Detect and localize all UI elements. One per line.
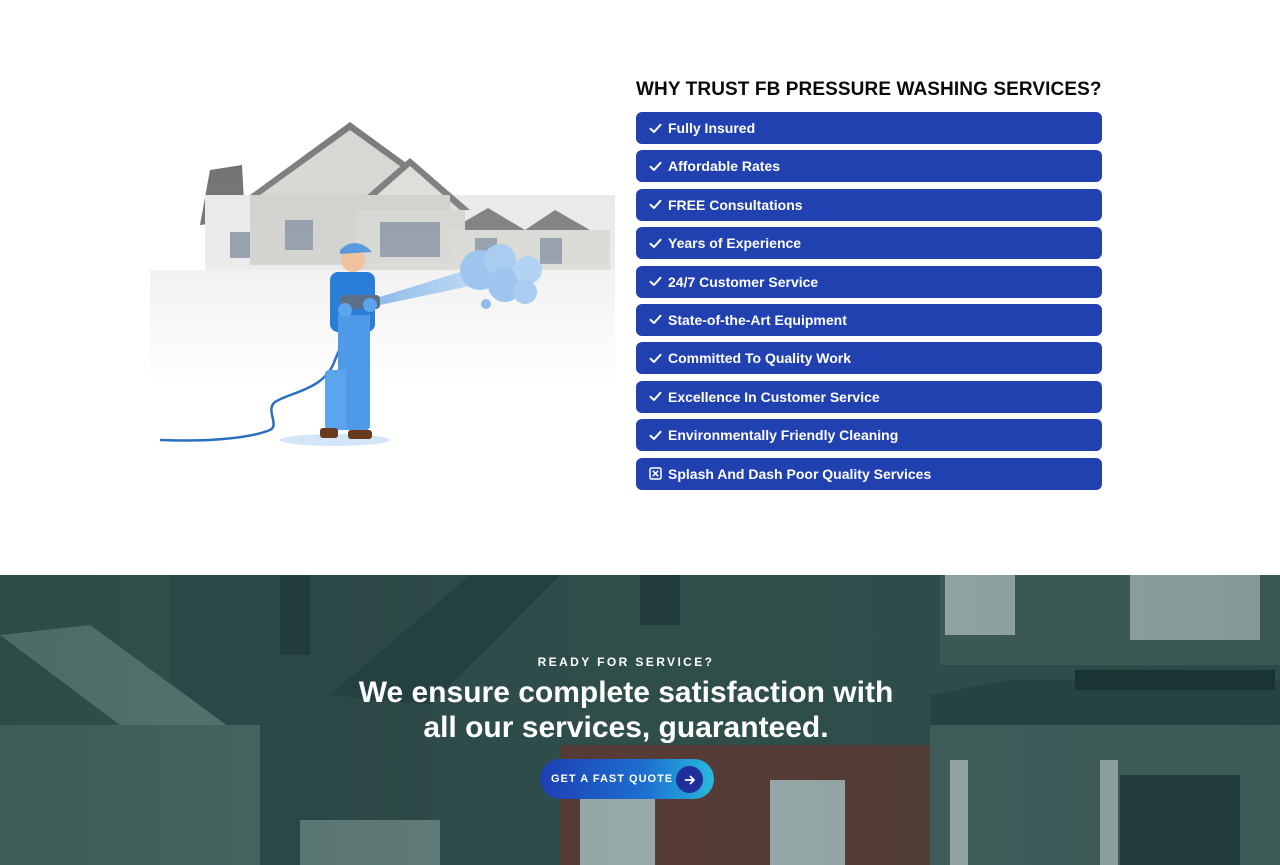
check-icon (648, 275, 662, 289)
trust-item-quality-work[interactable]: Committed To Quality Work (636, 342, 1102, 375)
trust-item-affordable-rates[interactable]: Affordable Rates (636, 150, 1102, 183)
check-icon (648, 198, 662, 212)
trust-item-label: Excellence In Customer Service (668, 388, 880, 405)
trust-list-block: WHY TRUST FB PRESSURE WASHING SERVICES? … (636, 78, 1102, 496)
cta-heading-line-1: We ensure complete satisfaction with (358, 676, 894, 709)
get-fast-quote-button[interactable]: GET A FAST QUOTE (540, 759, 714, 799)
check-icon (648, 428, 662, 442)
cta-eyebrow: READY FOR SERVICE? (537, 655, 715, 669)
trust-item-years-of-experience[interactable]: Years of Experience (636, 227, 1102, 260)
cta-content: READY FOR SERVICE? We ensure complete sa… (0, 575, 1280, 865)
trust-item-splash-and-dash[interactable]: Splash And Dash Poor Quality Services (636, 457, 1102, 490)
cta-heading-line-2: all our services, guaranteed. (423, 711, 829, 744)
cta-button-label: GET A FAST QUOTE (551, 773, 674, 785)
trust-list: Fully Insured Affordable Rates FREE Cons… (636, 112, 1102, 490)
trust-item-label: Environmentally Friendly Cleaning (668, 427, 899, 444)
trust-item-label: Fully Insured (668, 120, 756, 136)
arrow-right-icon (676, 766, 703, 793)
pressure-washer-house-illustration (150, 110, 615, 446)
cta-section: READY FOR SERVICE? We ensure complete sa… (0, 575, 1280, 865)
check-icon (648, 236, 662, 250)
check-icon (648, 351, 662, 365)
trust-heading: WHY TRUST FB PRESSURE WASHING SERVICES? (636, 79, 1102, 100)
trust-item-label: 24/7 Customer Service (668, 273, 819, 290)
cta-heading: We ensure complete satisfaction with all… (0, 675, 1252, 745)
trust-item-eco-friendly[interactable]: Environmentally Friendly Cleaning (636, 419, 1102, 452)
trust-item-label: State-of-the-Art Equipment (668, 311, 847, 328)
check-icon (648, 159, 662, 173)
trust-item-label: Years of Experience (668, 235, 802, 252)
trust-item-label: Splash And Dash Poor Quality Services (668, 465, 932, 482)
trust-item-excellence[interactable]: Excellence In Customer Service (636, 380, 1102, 413)
x-box-icon (648, 467, 662, 481)
house-icon (150, 110, 615, 380)
trust-item-equipment[interactable]: State-of-the-Art Equipment (636, 303, 1102, 336)
trust-item-label: FREE Consultations (668, 196, 803, 213)
trust-item-fully-insured[interactable]: Fully Insured (636, 112, 1102, 144)
trust-item-label: Affordable Rates (668, 158, 781, 175)
trust-item-free-consultations[interactable]: FREE Consultations (636, 188, 1102, 221)
check-icon (648, 121, 662, 135)
check-icon (648, 390, 662, 404)
trust-item-customer-service[interactable]: 24/7 Customer Service (636, 265, 1102, 298)
check-icon (648, 313, 662, 327)
trust-section: WHY TRUST FB PRESSURE WASHING SERVICES? … (0, 0, 1280, 575)
trust-item-label: Committed To Quality Work (668, 350, 852, 367)
